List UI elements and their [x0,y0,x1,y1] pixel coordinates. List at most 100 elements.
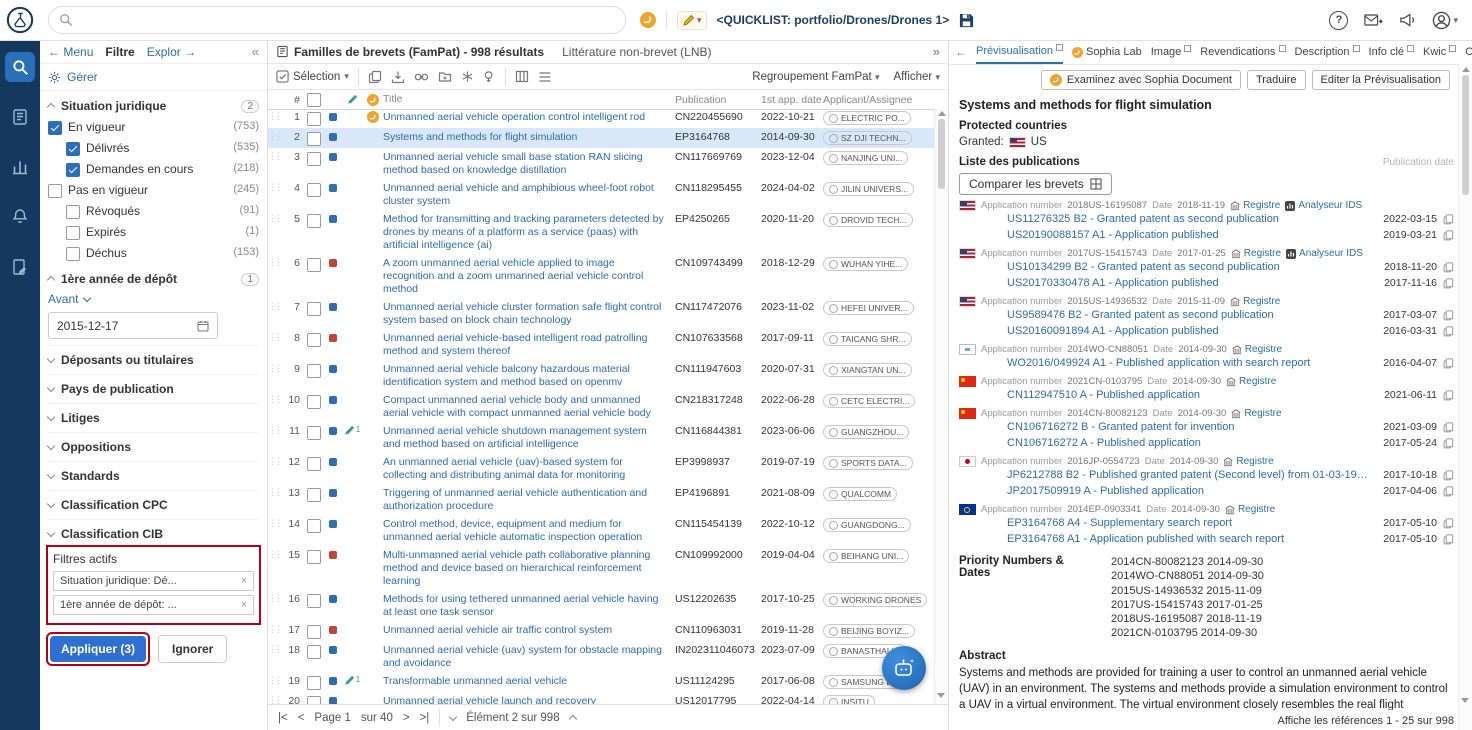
filter-section[interactable]: Oppositions [46,432,259,461]
drag-handle[interactable]: ⋮⋮ [268,394,283,404]
publication-link[interactable]: US10134299 B2 - Granted patent as second… [1007,261,1373,273]
highlighter-button[interactable]: ▾ [677,10,707,30]
publication-link[interactable]: WO2016/049924 A1 - Published application… [1007,357,1373,369]
filter-chip[interactable]: Situation juridique: Dé... × [53,571,254,591]
applicant-chip[interactable]: BEIHANG UNI... [823,549,910,563]
copy-icon[interactable] [1443,325,1454,337]
column-header-publication[interactable]: Publication [675,94,761,106]
row-checkbox[interactable] [307,426,321,440]
publication-link[interactable]: CN112947510 A - Published application [1007,389,1373,401]
drag-handle[interactable]: ⋮⋮ [268,131,283,141]
row-checkbox[interactable] [307,302,321,316]
results-scrollbar[interactable] [934,108,948,704]
row-checkbox[interactable] [307,333,321,347]
scroll-down-icon[interactable] [937,693,945,698]
prev-page-button[interactable]: < [298,712,305,724]
rail-search-button[interactable] [5,52,35,82]
filter-chip[interactable]: 1ère année de dépôt: ... × [53,595,254,615]
drag-handle[interactable]: ⋮⋮ [268,213,283,223]
filter-checkbox-row[interactable]: Révoqués (91) [48,201,259,222]
applicant-chip[interactable]: CETC ELECTRI... [823,394,916,408]
copy-icon[interactable] [1443,261,1454,273]
result-title-link[interactable]: Triggering of unmanned aerial vehicle au… [383,487,675,513]
help-icon[interactable]: ? [1329,10,1349,30]
export-icon[interactable] [391,70,405,84]
result-row[interactable]: ⋮⋮ 14 Control method, device, equipment … [268,515,935,546]
preview-tab[interactable]: Sophia Lab [1072,40,1142,64]
row-checkbox[interactable] [307,214,321,228]
row-checkbox[interactable] [307,183,321,197]
row-checkbox[interactable] [307,364,321,378]
result-row[interactable]: ⋮⋮ 11 1 Unmanned aerial vehicle shutdown… [268,422,935,453]
drag-handle[interactable]: ⋮⋮ [268,487,283,497]
scrollbar-thumb[interactable] [938,119,945,189]
publication-link[interactable]: CN106716272 A - Published application [1007,437,1373,449]
registre-link[interactable]: Registre [1230,296,1280,307]
registre-link[interactable]: Registre [1226,376,1276,387]
explore-link[interactable]: Explor → [147,45,196,59]
drag-handle[interactable]: ⋮⋮ [268,425,283,435]
applicant-chip[interactable]: ELECTRIC PO... [823,111,911,125]
result-row[interactable]: ⋮⋮ 16 Methods for using tethered unmanne… [268,590,935,621]
result-row[interactable]: ⋮⋮ 12 An unmanned aerial vehicle (uav)-b… [268,453,935,484]
filter-section[interactable]: Litiges [46,403,259,432]
applicant-chip[interactable]: TAICANG SHR... [823,332,912,346]
checkbox[interactable] [66,142,80,156]
back-icon[interactable]: ← [955,45,967,59]
row-checkbox[interactable] [307,488,321,502]
display-menu[interactable]: Afficher ▾ [893,71,940,83]
result-title-link[interactable]: Unmanned aerial vehicle cluster formatio… [383,301,675,327]
publication-link[interactable]: JP6212788 B2 - Published granted patent … [1007,469,1373,481]
drag-handle[interactable]: ⋮⋮ [268,644,283,654]
tab-npl[interactable]: Littérature non-brevet (LNB) [562,45,711,59]
translate-button[interactable]: Traduire [1246,70,1306,90]
next-page-button[interactable]: > [403,712,410,724]
result-title-link[interactable]: Transformable unmanned aerial vehicle [383,675,675,688]
drag-handle[interactable]: ⋮⋮ [268,518,283,528]
preview-tab[interactable]: Description [1295,40,1360,64]
remove-chip-icon[interactable]: × [241,575,247,587]
preview-tab[interactable]: Revendications [1200,40,1286,64]
drag-handle[interactable]: ⋮⋮ [268,301,283,311]
registre-link[interactable]: Registre [1223,456,1274,467]
rail-reports-button[interactable] [5,252,35,282]
preview-tab[interactable]: Prévisualisation [976,40,1064,64]
folder-icon[interactable] [438,70,452,83]
save-icon[interactable] [959,13,974,28]
prev-element-icon[interactable] [449,712,458,721]
filter-checkbox-row[interactable]: Expirés (1) [48,222,259,243]
drag-handle[interactable]: ⋮⋮ [268,624,283,634]
copy-icon[interactable] [1443,229,1454,241]
drag-handle[interactable]: ⋮⋮ [268,332,283,342]
row-checkbox[interactable] [307,132,321,146]
row-checkbox[interactable] [307,645,321,659]
expand-panel-icon[interactable]: » [933,44,940,59]
result-title-link[interactable]: Unmanned aerial vehicle-based intelligen… [383,332,675,358]
publication-link[interactable]: US20160091894 A1 - Application published [1007,325,1373,337]
result-row[interactable]: ⋮⋮ 8 Unmanned aerial vehicle-based intel… [268,329,935,360]
checkbox[interactable] [48,121,62,135]
row-checkbox[interactable] [307,519,321,533]
row-checkbox[interactable] [307,696,321,704]
result-title-link[interactable]: Unmanned aerial vehicle balcony hazardou… [383,363,675,389]
result-title-link[interactable]: Unmanned aerial vehicle air traffic cont… [383,624,675,637]
applicant-chip[interactable]: INSITU [823,695,875,704]
app-logo[interactable] [0,6,40,34]
page-indicator[interactable]: Page 1 [314,712,350,724]
ids-analyzer-link[interactable]: Analyseur IDS [1285,200,1362,211]
collapse-panel-icon[interactable]: « [252,44,259,59]
select-all-checkbox[interactable] [307,93,321,107]
edit-preview-button[interactable]: Editer la Prévisualisation [1311,70,1450,90]
grouping-menu[interactable]: Regroupement FamPat ▾ [752,71,879,83]
ids-analyzer-link[interactable]: Analyseur IDS [1286,248,1363,259]
copy-icon[interactable] [1443,357,1454,369]
row-checkbox[interactable] [307,594,321,608]
drag-handle[interactable]: ⋮⋮ [268,675,283,685]
publication-link[interactable]: US11276325 B2 - Granted patent as second… [1007,213,1373,225]
publication-link[interactable]: US20190088157 A1 - Application published [1007,229,1373,241]
result-title-link[interactable]: Unmanned aerial vehicle (uav) system for… [383,644,675,670]
drag-handle[interactable]: ⋮⋮ [268,257,283,267]
copy-icon[interactable] [1443,485,1454,497]
copy-icon[interactable] [1443,437,1454,449]
global-search[interactable] [48,6,626,34]
